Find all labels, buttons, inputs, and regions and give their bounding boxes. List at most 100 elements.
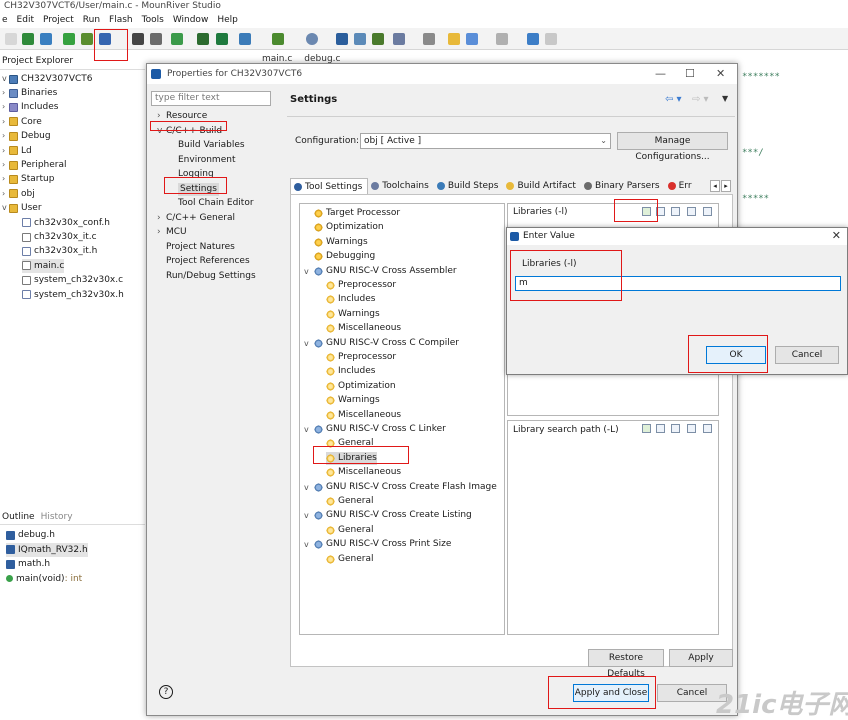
apply-button[interactable]: Apply	[669, 649, 733, 667]
tab-build-steps[interactable]: Build Steps	[434, 178, 504, 194]
edit-icon[interactable]	[671, 424, 680, 433]
back-arrow-icon[interactable]	[448, 33, 460, 45]
link-icon[interactable]	[545, 33, 557, 45]
help-icon[interactable]: ?	[159, 685, 173, 699]
move-up-icon[interactable]	[687, 424, 696, 433]
menu-window[interactable]: Window	[173, 15, 209, 25]
step-into-icon[interactable]	[336, 33, 348, 45]
restore-defaults-button[interactable]: Restore Defaults	[588, 649, 664, 679]
project-root[interactable]: v CH32V307VCT6	[2, 72, 93, 86]
forward-icon[interactable]: ⇨ ▾	[692, 94, 709, 105]
tree-item[interactable]: v User	[2, 201, 42, 215]
chevron-down-icon[interactable]: v	[2, 72, 9, 86]
step-return-icon[interactable]	[372, 33, 384, 45]
tree-item[interactable]: › obj	[2, 187, 35, 201]
tool-tree-item[interactable]: Debugging	[314, 250, 375, 263]
build-icon[interactable]	[63, 33, 75, 45]
chevron-down-icon[interactable]: v	[2, 201, 9, 215]
tool-tree-item[interactable]: Preprocessor	[326, 279, 396, 292]
tree-item[interactable]: › Core	[2, 115, 42, 129]
chevron-down-icon[interactable]: v	[304, 509, 314, 522]
move-down-icon[interactable]	[703, 424, 712, 433]
tab-build-artifact[interactable]: Build Artifact	[503, 178, 581, 194]
tab-toolchains[interactable]: Toolchains	[368, 178, 434, 194]
tool-tree-item[interactable]: General	[326, 553, 373, 566]
chevron-right-icon[interactable]: ›	[2, 187, 9, 201]
terminal-icon[interactable]	[132, 33, 144, 45]
chevron-right-icon[interactable]: ›	[157, 212, 166, 225]
delete-icon[interactable]	[656, 207, 665, 216]
menu-e[interactable]: e	[2, 15, 8, 25]
configuration-select[interactable]: obj [ Active ] ⌄	[360, 133, 611, 149]
save-icon[interactable]	[22, 33, 34, 45]
cancel-button[interactable]: Cancel	[775, 346, 839, 364]
debug-icon[interactable]	[272, 33, 284, 45]
chevron-down-icon[interactable]: v	[304, 423, 314, 436]
nav-item[interactable]: Logging	[178, 168, 214, 181]
chevron-right-icon[interactable]: ›	[2, 144, 9, 158]
tab-outline[interactable]: Outline	[2, 509, 35, 524]
view-menu-icon[interactable]: ▼	[722, 94, 728, 103]
menu-help[interactable]: Help	[217, 15, 238, 25]
edit-icon[interactable]	[671, 207, 680, 216]
add-icon[interactable]	[642, 207, 651, 216]
apply-and-close-button[interactable]: Apply and Close	[573, 684, 649, 702]
tool-tree-item[interactable]: Includes	[326, 293, 375, 306]
tab-tool-settings[interactable]: Tool Settings	[290, 178, 369, 194]
delete-icon[interactable]	[656, 424, 665, 433]
pin-icon[interactable]	[423, 33, 435, 45]
tool-tree-item[interactable]: Warnings	[326, 394, 380, 407]
nav-item[interactable]: › MCU	[157, 226, 187, 239]
tool-tree-item[interactable]: Optimization	[314, 221, 384, 234]
new-icon[interactable]	[5, 33, 17, 45]
outline-item[interactable]: debug.h	[6, 528, 55, 542]
tool-tree-item[interactable]: Preprocessor	[326, 351, 396, 364]
tree-item[interactable]: ch32v30x_it.c	[22, 230, 97, 244]
tree-item[interactable]: ch32v30x_it.h	[22, 244, 97, 258]
chip-icon[interactable]	[197, 33, 209, 45]
nav-item[interactable]: Tool Chain Editor	[178, 197, 254, 210]
tab-scroll-right-icon[interactable]: ▸	[721, 180, 731, 192]
move-up-icon[interactable]	[687, 207, 696, 216]
menu-edit[interactable]: Edit	[17, 15, 34, 25]
tool-tree-item[interactable]: Miscellaneous	[326, 409, 401, 422]
step-over-icon[interactable]	[354, 33, 366, 45]
tool-tree-item[interactable]: v GNU RISC-V Cross C Linker	[304, 423, 446, 436]
tree-item[interactable]: ch32v30x_conf.h	[22, 216, 110, 230]
tool-tree-item[interactable]: v GNU RISC-V Cross C Compiler	[304, 337, 459, 350]
tab-err[interactable]: Err	[665, 178, 697, 194]
chevron-down-icon[interactable]: v	[304, 538, 314, 551]
tool-tree-item[interactable]: Includes	[326, 365, 375, 378]
tree-item[interactable]: › Ld	[2, 144, 32, 158]
chevron-right-icon[interactable]: ›	[2, 86, 9, 100]
tree-item[interactable]: › Debug	[2, 129, 51, 143]
view-menu-icon[interactable]	[393, 33, 405, 45]
back-icon[interactable]: ⇦ ▾	[665, 94, 682, 105]
chevron-right-icon[interactable]: ›	[2, 172, 9, 186]
tool-tree-item[interactable]: General	[326, 495, 373, 508]
outline-item[interactable]: IQmath_RV32.h	[6, 542, 88, 557]
nav-item[interactable]: Run/Debug Settings	[157, 270, 256, 283]
forward-arrow-icon[interactable]	[496, 33, 508, 45]
chevron-down-icon[interactable]: v	[304, 481, 314, 494]
rebuild-icon[interactable]	[81, 33, 93, 45]
layers-icon[interactable]	[216, 33, 228, 45]
menu-run[interactable]: Run	[83, 15, 100, 25]
tab-history[interactable]: History	[41, 509, 73, 524]
download-icon[interactable]	[40, 33, 52, 45]
chevron-down-icon[interactable]: v	[304, 265, 314, 278]
menu-flash[interactable]: Flash	[109, 15, 133, 25]
tool-tree-item[interactable]: Miscellaneous	[326, 466, 401, 479]
project-explorer-tab[interactable]: Project Explorer	[0, 52, 145, 70]
outline-item[interactable]: math.h	[6, 557, 50, 571]
prev-icon[interactable]	[466, 33, 478, 45]
tool-tree-item[interactable]: Warnings	[326, 308, 380, 321]
chevron-right-icon[interactable]: ›	[157, 110, 166, 123]
nav-item[interactable]: Build Variables	[178, 139, 245, 152]
tool-tree-item[interactable]: v GNU RISC-V Cross Create Listing	[304, 509, 472, 522]
tool-tree-item[interactable]: General	[326, 524, 373, 537]
manage-configurations-button[interactable]: Manage Configurations...	[617, 132, 728, 162]
tool-tree-item[interactable]: Miscellaneous	[326, 322, 401, 335]
tree-item[interactable]: › Peripheral	[2, 158, 67, 172]
tree-item[interactable]: › Binaries	[2, 86, 57, 100]
